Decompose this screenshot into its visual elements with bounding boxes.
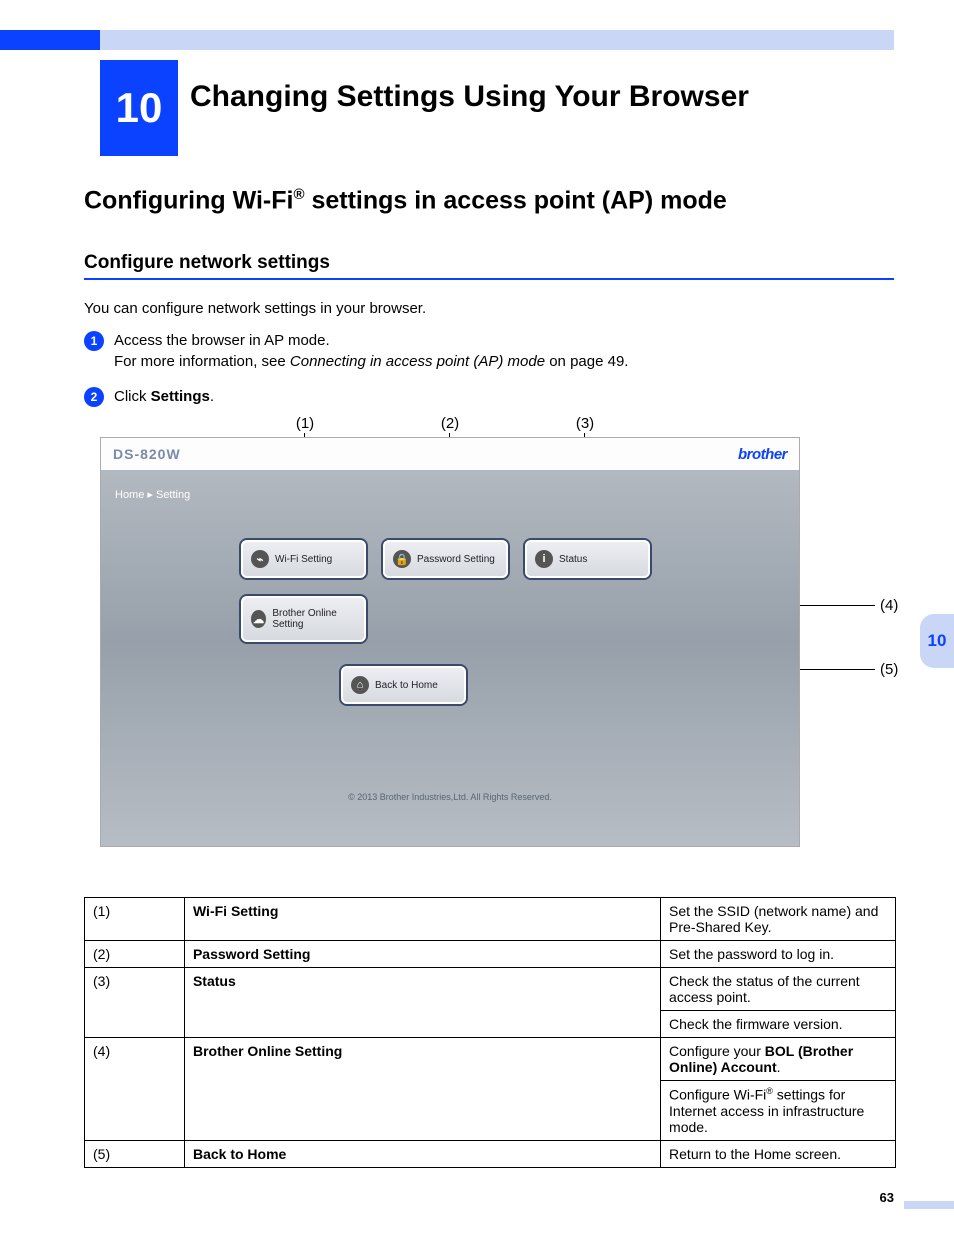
registered-mark: ® — [766, 1086, 773, 1096]
page-number: 63 — [880, 1190, 894, 1205]
breadcrumb: Home ▸ Setting — [115, 488, 190, 501]
chapter-title: Changing Settings Using Your Browser — [190, 80, 749, 114]
step-2-bold: Settings — [151, 388, 210, 405]
cell-desc: Check the firmware version. — [661, 1011, 896, 1038]
page-number-bar — [904, 1201, 954, 1209]
info-icon: i — [535, 550, 553, 568]
wifi-icon: ⌁ — [251, 550, 269, 568]
status-label: Status — [559, 554, 587, 565]
cell-num: (1) — [85, 898, 185, 941]
section-heading-2: Configure network settings — [84, 252, 894, 280]
brand-logo: brother — [738, 446, 787, 463]
step-1: 1 Access the browser in AP mode. For mor… — [84, 330, 628, 372]
copyright-text: © 2013 Brother Industries,Ltd. All Right… — [101, 792, 799, 802]
table-row: (4) Brother Online Setting Configure you… — [85, 1038, 896, 1081]
cell-name: Brother Online Setting — [184, 1038, 660, 1141]
status-button[interactable]: i Status — [525, 540, 650, 578]
brother-online-setting-button[interactable]: ☁ Brother Online Setting — [241, 596, 366, 642]
callout-label-3: (3) — [570, 415, 600, 432]
registered-mark: ® — [293, 186, 304, 203]
chapter-number-tab: 10 — [100, 60, 178, 156]
cell-desc: Set the password to log in. — [661, 941, 896, 968]
header-light-bar — [100, 30, 894, 50]
password-setting-label: Password Setting — [417, 554, 495, 565]
cell-name: Status — [184, 968, 660, 1038]
cell-num: (3) — [85, 968, 185, 1038]
desc-post: . — [777, 1059, 781, 1075]
cloud-icon: ☁ — [251, 610, 266, 628]
step-2: 2 Click Settings. — [84, 386, 214, 407]
cell-name: Password Setting — [184, 941, 660, 968]
brother-online-setting-label: Brother Online Setting — [272, 608, 356, 630]
step-1-xref: Connecting in access point (AP) mode — [290, 353, 545, 370]
back-to-home-button[interactable]: ⌂ Back to Home — [341, 666, 466, 704]
intro-text: You can configure network settings in yo… — [84, 300, 426, 317]
cell-desc: Configure Wi-Fi® settings for Internet a… — [661, 1081, 896, 1141]
table-row: (3) Status Check the status of the curre… — [85, 968, 896, 1011]
cell-desc: Check the status of the current access p… — [661, 968, 896, 1011]
callout-label-2: (2) — [435, 415, 465, 432]
step-1-line2c: on page 49. — [545, 353, 628, 370]
wifi-setting-button[interactable]: ⌁ Wi-Fi Setting — [241, 540, 366, 578]
side-chapter-tab: 10 — [920, 614, 954, 668]
lock-icon: 🔒 — [393, 550, 411, 568]
cell-num: (5) — [85, 1140, 185, 1167]
table-row: (2) Password Setting Set the password to… — [85, 941, 896, 968]
step-1-line2a: For more information, see — [114, 353, 290, 370]
step-2-post: . — [210, 388, 214, 405]
cell-desc: Configure your BOL (Brother Online) Acco… — [661, 1038, 896, 1081]
step-2-pre: Click — [114, 388, 151, 405]
cell-desc: Return to the Home screen. — [661, 1140, 896, 1167]
table-row: (5) Back to Home Return to the Home scre… — [85, 1140, 896, 1167]
step-bullet-2: 2 — [84, 387, 104, 407]
cell-name: Back to Home — [184, 1140, 660, 1167]
section-heading-1: Configuring Wi-Fi® settings in access po… — [84, 186, 727, 215]
screenshot-figure: (1) (2) (3) (4) (5) DS-820W brother Home… — [100, 415, 895, 855]
cell-name: Wi-Fi Setting — [184, 898, 660, 941]
header-accent-bar — [0, 30, 100, 50]
h1-post: settings in access point (AP) mode — [305, 186, 727, 214]
cell-num: (2) — [85, 941, 185, 968]
device-model: DS-820W — [113, 446, 181, 462]
screenshot-panel: DS-820W brother Home ▸ Setting ⌁ Wi-Fi S… — [100, 437, 800, 847]
step-1-line1: Access the browser in AP mode. — [114, 332, 330, 349]
step-bullet-1: 1 — [84, 331, 104, 351]
h1-pre: Configuring Wi-Fi — [84, 186, 293, 214]
password-setting-button[interactable]: 🔒 Password Setting — [383, 540, 508, 578]
back-to-home-label: Back to Home — [375, 680, 438, 691]
wifi-setting-label: Wi-Fi Setting — [275, 554, 332, 565]
callout-label-4: (4) — [880, 597, 910, 614]
cell-desc: Set the SSID (network name) and Pre-Shar… — [661, 898, 896, 941]
desc-pre: Configure Wi-Fi — [669, 1087, 766, 1103]
cell-num: (4) — [85, 1038, 185, 1141]
home-icon: ⌂ — [351, 676, 369, 694]
table-row: (1) Wi-Fi Setting Set the SSID (network … — [85, 898, 896, 941]
screenshot-header: DS-820W brother — [101, 438, 799, 470]
callout-label-5: (5) — [880, 661, 910, 678]
desc-pre: Configure your — [669, 1043, 765, 1059]
callout-label-1: (1) — [290, 415, 320, 432]
callout-description-table: (1) Wi-Fi Setting Set the SSID (network … — [84, 897, 896, 1168]
